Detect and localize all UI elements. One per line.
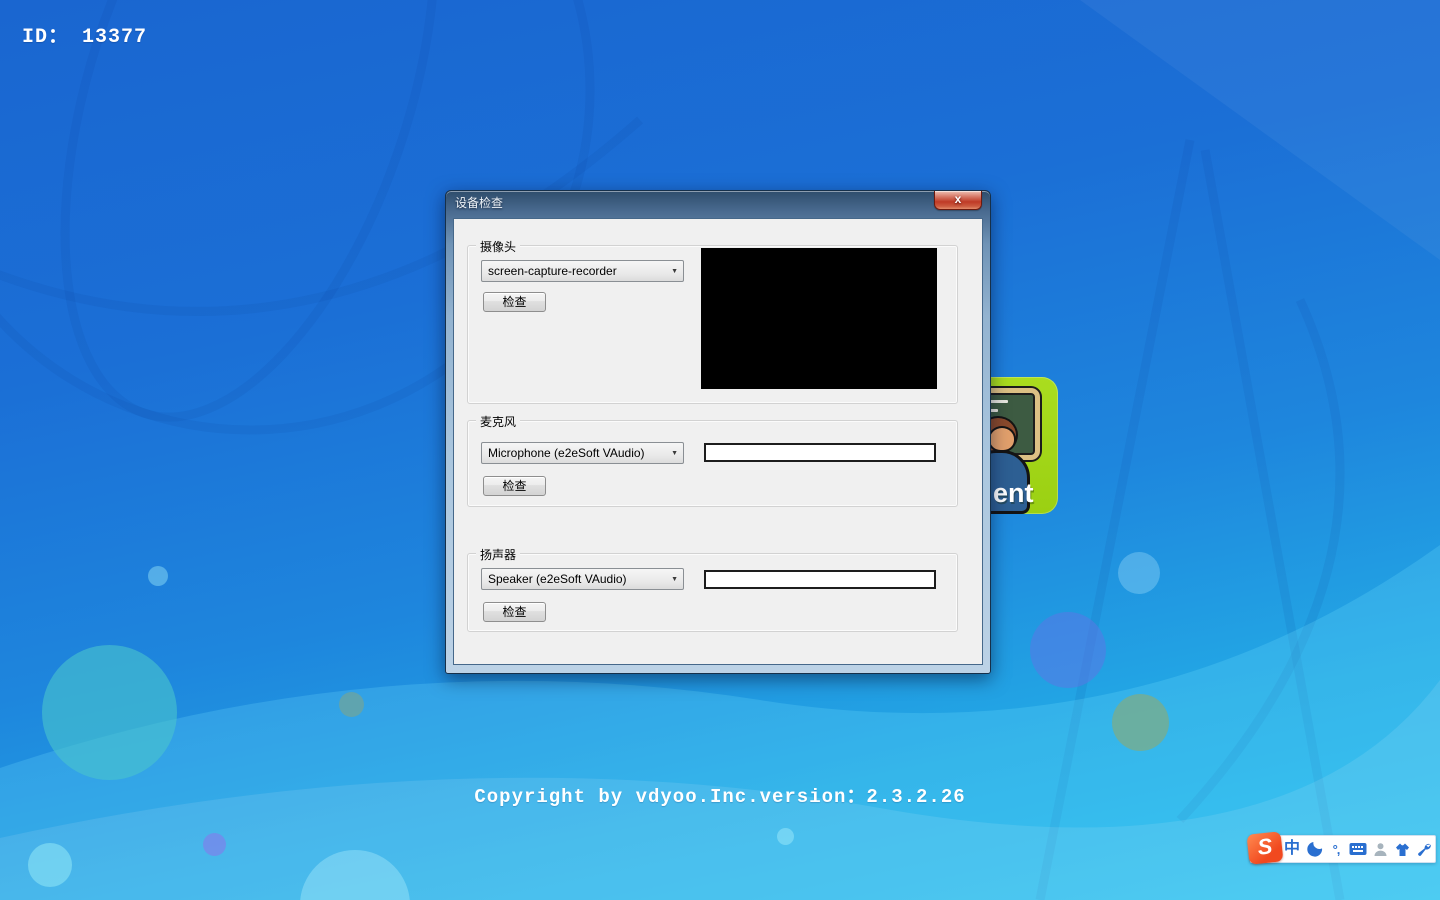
bokeh-circle xyxy=(203,833,226,856)
device-check-dialog: 设备检查 x 摄像头 screen-capture-recorder ▼ 检查 … xyxy=(445,190,991,674)
keyboard-icon xyxy=(1349,843,1367,855)
speaker-device-value: Speaker (e2eSoft VAudio) xyxy=(488,572,627,586)
copyright-text: Copyright by vdyoo.Inc.version：2.3.2.26 xyxy=(474,786,966,808)
person-icon xyxy=(1374,842,1386,856)
desktop: ID： 13377 Copyright by vdyoo.Inc.version… xyxy=(0,0,1440,900)
speaker-level-meter xyxy=(704,570,936,589)
account-button[interactable] xyxy=(1369,837,1391,861)
bokeh-circle xyxy=(1118,552,1160,594)
close-button[interactable]: x xyxy=(934,191,982,210)
dialog-body: 摄像头 screen-capture-recorder ▼ 检查 麦克风 Mic… xyxy=(453,218,983,665)
punctuation-icon: °, xyxy=(1332,841,1341,857)
settings-button[interactable] xyxy=(1413,837,1435,861)
wrench-icon xyxy=(1418,843,1431,856)
bokeh-circle xyxy=(1112,694,1169,751)
microphone-level-meter xyxy=(704,443,936,462)
person-graphic xyxy=(988,426,1016,452)
microphone-check-button[interactable]: 检查 xyxy=(483,476,546,496)
bokeh-circle xyxy=(339,692,364,717)
icon-caption: ent xyxy=(993,478,1034,508)
speaker-group: 扬声器 Speaker (e2eSoft VAudio) ▼ 检查 xyxy=(467,546,958,632)
chevron-down-icon: ▼ xyxy=(671,450,678,457)
bokeh-circle xyxy=(28,843,72,887)
bokeh-circle xyxy=(148,566,168,586)
tshirt-icon xyxy=(1395,843,1409,856)
sogou-logo-icon[interactable]: S xyxy=(1246,831,1284,865)
camera-group: 摄像头 screen-capture-recorder ▼ 检查 xyxy=(467,238,958,404)
camera-device-dropdown[interactable]: screen-capture-recorder ▼ xyxy=(481,260,684,282)
moon-icon xyxy=(1306,841,1322,857)
fullwidth-toggle[interactable] xyxy=(1303,837,1325,861)
camera-group-label: 摄像头 xyxy=(476,238,521,255)
microphone-device-dropdown[interactable]: Microphone (e2eSoft VAudio) ▼ xyxy=(481,442,684,464)
camera-check-button[interactable]: 检查 xyxy=(483,292,546,312)
chevron-down-icon: ▼ xyxy=(671,268,678,275)
dialog-titlebar[interactable]: 设备检查 x xyxy=(446,191,990,218)
soft-keyboard-button[interactable] xyxy=(1347,837,1369,861)
bokeh-circle xyxy=(777,828,794,845)
microphone-device-value: Microphone (e2eSoft VAudio) xyxy=(488,446,645,460)
user-id-label: ID： 13377 xyxy=(22,26,148,49)
close-icon: x xyxy=(954,192,962,206)
speaker-group-label: 扬声器 xyxy=(476,546,521,563)
speaker-check-button[interactable]: 检查 xyxy=(483,602,546,622)
microphone-group-label: 麦克风 xyxy=(476,413,521,430)
camera-preview xyxy=(701,248,937,389)
camera-device-value: screen-capture-recorder xyxy=(488,264,617,278)
chevron-down-icon: ▼ xyxy=(671,576,678,583)
punctuation-toggle[interactable]: °, xyxy=(1325,837,1347,861)
bokeh-circle xyxy=(1030,612,1106,688)
dialog-title: 设备检查 xyxy=(455,196,504,210)
speaker-device-dropdown[interactable]: Speaker (e2eSoft VAudio) ▼ xyxy=(481,568,684,590)
microphone-group: 麦克风 Microphone (e2eSoft VAudio) ▼ 检查 xyxy=(467,413,958,507)
chinese-mode-icon: 中 xyxy=(1283,840,1300,857)
light-triangle xyxy=(1080,0,1440,260)
chinese-mode-toggle[interactable]: 中 xyxy=(1281,837,1303,861)
bokeh-circle xyxy=(42,645,177,780)
skin-button[interactable] xyxy=(1391,837,1413,861)
ime-toolbar: S 中 °, xyxy=(1246,831,1436,865)
